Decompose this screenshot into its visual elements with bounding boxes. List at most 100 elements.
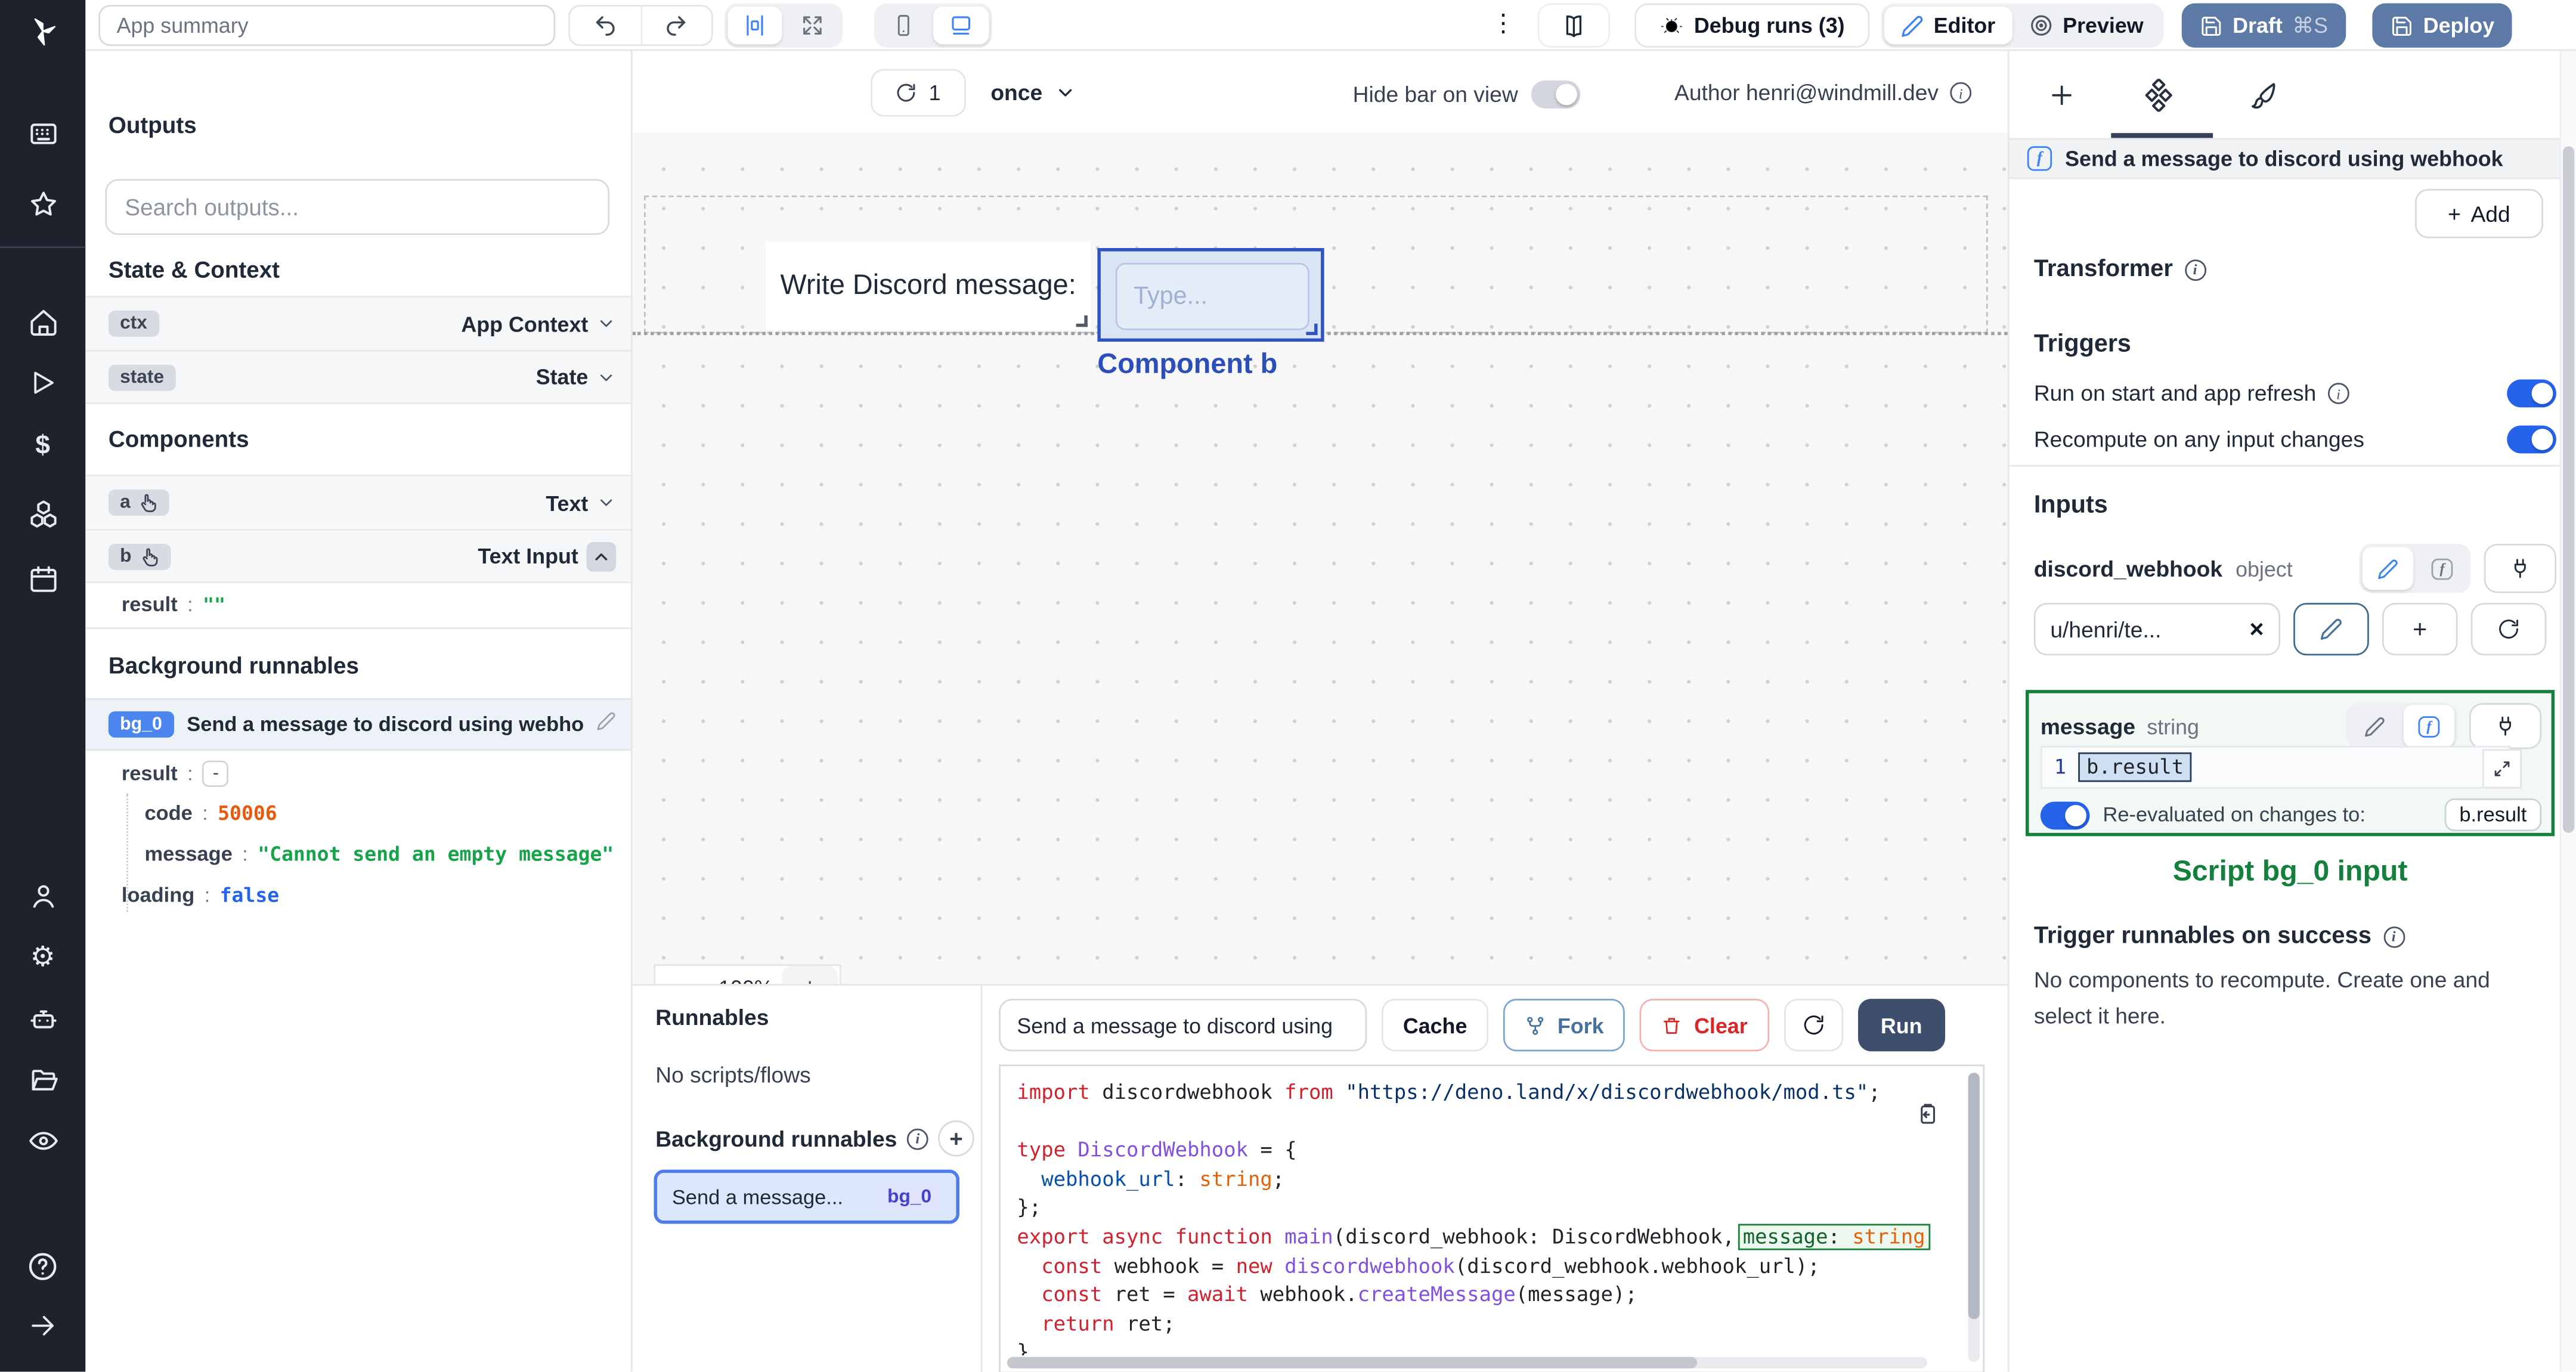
ctx-row[interactable]: ctx App Context xyxy=(85,295,631,350)
chevron-down-icon[interactable] xyxy=(596,314,616,333)
bg0-row[interactable]: bg_0 Send a message to discord using web… xyxy=(85,698,631,751)
search-outputs-input[interactable] xyxy=(105,179,610,235)
eval-function-button[interactable]: f xyxy=(2417,547,2467,590)
chevron-down-icon[interactable] xyxy=(596,493,616,513)
text-component-a[interactable]: Write Discord message: xyxy=(765,241,1091,330)
resources-cubes-icon[interactable] xyxy=(0,490,85,535)
state-row[interactable]: state State xyxy=(85,349,631,404)
help-icon[interactable] xyxy=(0,1244,85,1290)
app-canvas[interactable]: Write Discord message: Type... Component… xyxy=(632,133,2008,984)
reevaluate-toggle[interactable] xyxy=(2040,801,2090,829)
add-transformer-button[interactable]: + Add xyxy=(2414,188,2543,239)
plus-icon xyxy=(2052,85,2072,106)
windmill-logo[interactable] xyxy=(0,8,85,54)
preview-tab[interactable]: Preview xyxy=(2012,7,2160,44)
eval-function-button[interactable]: f xyxy=(2403,704,2455,748)
resource-value-input[interactable]: u/henri/te... × xyxy=(2033,603,2281,656)
component-a-row[interactable]: a Text xyxy=(85,475,631,529)
resize-handle[interactable] xyxy=(1306,323,1318,336)
ctx-badge: ctx xyxy=(108,310,159,337)
code-horizontal-scrollbar[interactable] xyxy=(1007,1356,1927,1368)
static-pencil-button[interactable] xyxy=(2349,705,2400,748)
info-icon[interactable]: i xyxy=(2383,925,2405,947)
center-align-button[interactable] xyxy=(727,7,782,45)
apps-icon[interactable] xyxy=(0,110,85,156)
docs-book-button[interactable] xyxy=(1537,3,1610,48)
component-b-row[interactable]: b Text Input xyxy=(85,529,631,584)
expand-editor-button[interactable] xyxy=(2482,749,2522,789)
settings-components-tab[interactable] xyxy=(2134,70,2184,120)
full-width-button[interactable] xyxy=(785,7,840,44)
reload-button[interactable] xyxy=(1784,999,1843,1052)
input-mode-segment: f xyxy=(2346,703,2458,750)
info-icon[interactable]: i xyxy=(2184,258,2206,280)
info-icon[interactable]: i xyxy=(1950,82,1972,104)
redo-button[interactable] xyxy=(640,7,711,45)
code-content[interactable]: import discordwebhook from "https://deno… xyxy=(1017,1079,1953,1355)
cache-button[interactable]: Cache xyxy=(1382,999,1489,1052)
app-summary-input[interactable] xyxy=(98,5,556,47)
reevaluate-target-badge[interactable]: b.result xyxy=(2444,798,2542,832)
code-editor-area[interactable]: import discordwebhook from "https://deno… xyxy=(999,1064,1985,1372)
chevron-down-icon[interactable] xyxy=(596,367,616,387)
expand-sidebar-arrow-icon[interactable] xyxy=(0,1303,85,1349)
bg0-result-row[interactable]: result: - xyxy=(122,760,230,787)
zoom-in-button[interactable]: + xyxy=(782,965,838,984)
undo-button[interactable] xyxy=(570,7,640,44)
schedules-calendar-icon[interactable] xyxy=(0,555,85,601)
styling-brush-tab[interactable] xyxy=(2239,70,2289,120)
edit-resource-pencil-button[interactable] xyxy=(2293,603,2369,656)
variables-dollar-icon[interactable]: $ xyxy=(0,424,85,470)
schedule-dropdown[interactable]: once xyxy=(990,69,1075,117)
chevron-up-icon[interactable] xyxy=(586,541,617,571)
bg0-runnable-item[interactable]: Send a message... bg_0 xyxy=(654,1169,959,1224)
zoom-out-button[interactable]: − xyxy=(655,966,711,984)
fork-button[interactable]: Fork xyxy=(1503,999,1626,1052)
favorites-star-icon[interactable] xyxy=(0,181,85,227)
connect-plug-button[interactable] xyxy=(2469,703,2542,750)
home-icon[interactable] xyxy=(0,299,85,345)
clear-x-icon[interactable]: × xyxy=(2249,615,2264,643)
static-pencil-button[interactable] xyxy=(2362,547,2414,590)
copy-code-icon[interactable] xyxy=(1915,1102,1940,1135)
connect-plug-button[interactable] xyxy=(2484,543,2556,593)
script-name-input[interactable] xyxy=(999,999,1367,1052)
text-input-field[interactable]: Type... xyxy=(1115,262,1309,330)
workers-robot-icon[interactable] xyxy=(0,996,85,1042)
run-button[interactable]: Run xyxy=(1857,999,1946,1052)
add-resource-button[interactable]: + xyxy=(2382,603,2458,656)
settings-gear-icon[interactable]: ⚙ xyxy=(0,935,85,981)
state-context-title: State & Context xyxy=(108,256,280,283)
expression-value[interactable]: b.result xyxy=(2078,752,2192,782)
audit-eye-icon[interactable] xyxy=(0,1117,85,1163)
hide-bar-toggle[interactable] xyxy=(1531,80,1581,109)
run-on-start-toggle[interactable] xyxy=(2507,379,2556,408)
selected-textinput-component-b[interactable]: Type... xyxy=(1097,248,1324,342)
panel-scrollbar[interactable] xyxy=(2559,51,2576,1372)
edit-pencil-icon[interactable] xyxy=(596,710,616,739)
info-icon[interactable]: i xyxy=(906,1128,928,1150)
expression-editor[interactable]: 1 b.result xyxy=(2040,745,2522,789)
deploy-button[interactable]: Deploy xyxy=(2372,3,2513,48)
collapse-result-button[interactable]: - xyxy=(202,760,230,787)
debug-runs-button[interactable]: Debug runs (3) xyxy=(1634,3,1870,48)
desktop-view-button[interactable] xyxy=(933,7,989,45)
draft-save-button[interactable]: Draft ⌘S xyxy=(2181,3,2346,48)
info-icon[interactable]: i xyxy=(2327,382,2349,404)
runs-play-icon[interactable] xyxy=(0,360,85,405)
clear-button[interactable]: Clear xyxy=(1640,999,1769,1052)
add-background-runnable-button[interactable]: + xyxy=(938,1120,974,1157)
folders-icon[interactable] xyxy=(0,1057,85,1102)
resize-handle[interactable] xyxy=(1076,315,1088,327)
more-menu-kebab-icon[interactable]: ⋮ xyxy=(1488,8,1518,38)
mobile-view-button[interactable] xyxy=(877,7,930,44)
b-result-row[interactable]: result: "" xyxy=(122,593,225,617)
refresh-resource-button[interactable] xyxy=(2470,603,2547,656)
recompute-toggle[interactable] xyxy=(2507,425,2556,454)
code-vertical-scrollbar[interactable] xyxy=(1968,1073,1980,1362)
users-person-icon[interactable] xyxy=(0,872,85,918)
editor-tab[interactable]: Editor xyxy=(1884,7,2012,45)
refresh-count-button[interactable]: 1 xyxy=(871,69,966,117)
insert-component-tab[interactable] xyxy=(2037,70,2086,120)
components-title: Components xyxy=(108,425,249,452)
